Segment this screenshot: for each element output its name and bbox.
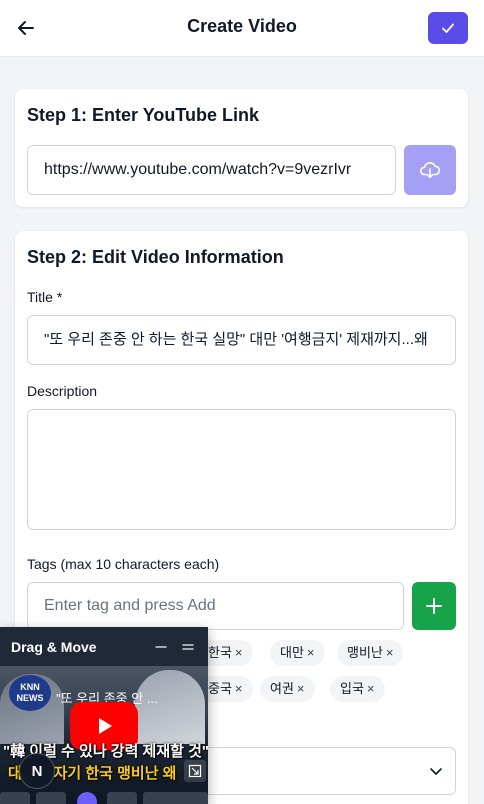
confirm-button[interactable] — [428, 12, 468, 44]
n-button[interactable]: N — [19, 753, 55, 789]
tag-remove-icon[interactable]: × — [367, 681, 375, 696]
tags-label: Tags (max 10 characters each) — [27, 556, 220, 572]
tag-chip: 여권 × — [260, 676, 315, 702]
tag-chip-label: 여권 — [270, 681, 294, 696]
floating-video-player[interactable]: Drag & Move KNN NEWS "또 우리 존중 안 ... "韓 이… — [0, 627, 208, 804]
check-icon — [442, 23, 454, 33]
logo-text-knn: KNN — [20, 682, 40, 692]
minimize-icon[interactable] — [154, 641, 168, 653]
tag-chip-label: 맹비난 — [347, 645, 383, 660]
player-title: Drag & Move — [11, 639, 97, 655]
player-control[interactable] — [143, 792, 208, 804]
player-controls-bar — [0, 790, 208, 804]
app-header: Create Video — [0, 0, 484, 57]
expand-button[interactable] — [184, 760, 206, 782]
tag-chip: 입국 × — [330, 676, 385, 702]
tag-chip: 맹비난 × — [337, 640, 404, 666]
tag-chip: 대만 × — [270, 640, 325, 666]
tag-remove-icon[interactable]: × — [386, 645, 394, 660]
cloud-download-icon — [420, 161, 441, 179]
tag-chip-label: 입국 — [340, 681, 364, 696]
tag-chip-label: 한국 — [208, 645, 232, 660]
player-control-active[interactable] — [77, 792, 97, 804]
tag-input[interactable]: Enter tag and press Add — [27, 582, 404, 630]
tag-chip-label: 중국 — [208, 681, 232, 696]
tag-chip-label: 대만 — [280, 645, 304, 660]
tag-remove-icon[interactable]: × — [307, 645, 315, 660]
menu-icon[interactable] — [181, 640, 195, 654]
player-control[interactable] — [36, 792, 66, 804]
page-title: Create Video — [187, 16, 297, 36]
plus-icon — [426, 598, 442, 614]
player-control[interactable] — [107, 792, 137, 804]
expand-icon — [188, 764, 202, 778]
tag-remove-icon[interactable]: × — [297, 681, 305, 696]
player-drag-handle[interactable]: Drag & Move — [0, 627, 208, 666]
title-input[interactable]: "또 우리 존중 안 하는 한국 실망" 대만 '여행금지' 제재까지...왜 — [27, 315, 456, 365]
tag-remove-icon[interactable]: × — [235, 645, 243, 660]
channel-logo: KNN NEWS — [9, 675, 51, 711]
step1-card: Step 1: Enter YouTube Link https://www.y… — [15, 89, 468, 207]
player-control[interactable] — [0, 792, 30, 804]
youtube-url-input[interactable]: https://www.youtube.com/watch?v=9vezrIvr — [27, 145, 396, 195]
logo-text-news: NEWS — [16, 693, 44, 703]
thumbnail-person-right — [135, 670, 205, 744]
play-icon — [99, 718, 112, 734]
description-label: Description — [27, 383, 98, 399]
step1-title: Step 1: Enter YouTube Link — [27, 105, 260, 125]
add-tag-button[interactable] — [412, 582, 456, 630]
title-label: Title * — [27, 289, 63, 305]
tag-remove-icon[interactable]: × — [235, 681, 243, 696]
chevron-down-icon — [430, 768, 442, 775]
fetch-video-button[interactable] — [404, 145, 456, 195]
step2-title: Step 2: Edit Video Information — [27, 247, 284, 267]
description-textarea[interactable] — [27, 409, 456, 530]
